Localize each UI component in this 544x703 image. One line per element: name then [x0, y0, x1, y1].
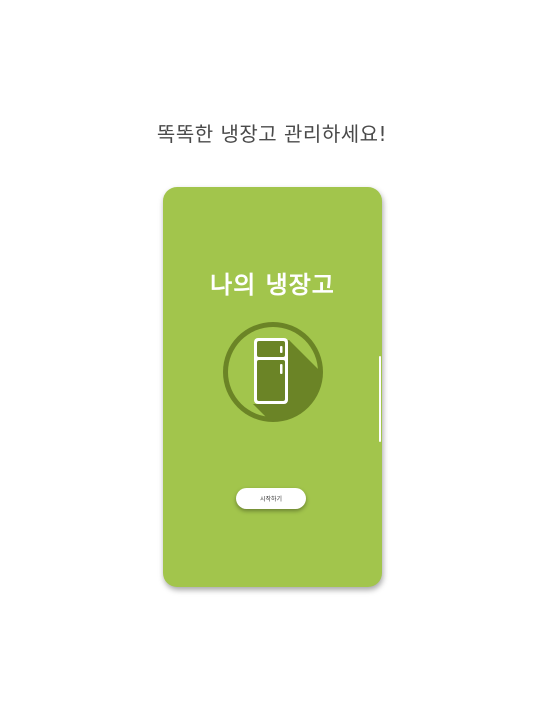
phone-screen: 나의 냉장고 시작하기 — [163, 187, 382, 587]
page: 똑똑한 냉장고 관리하세요! 나의 냉장고 시작하기 — [0, 0, 544, 703]
start-button[interactable]: 시작하기 — [236, 488, 306, 509]
app-title: 나의 냉장고 — [210, 271, 335, 299]
refrigerator-icon — [223, 322, 323, 422]
scrollbar[interactable] — [379, 356, 381, 442]
page-headline: 똑똑한 냉장고 관리하세요! — [156, 122, 388, 146]
